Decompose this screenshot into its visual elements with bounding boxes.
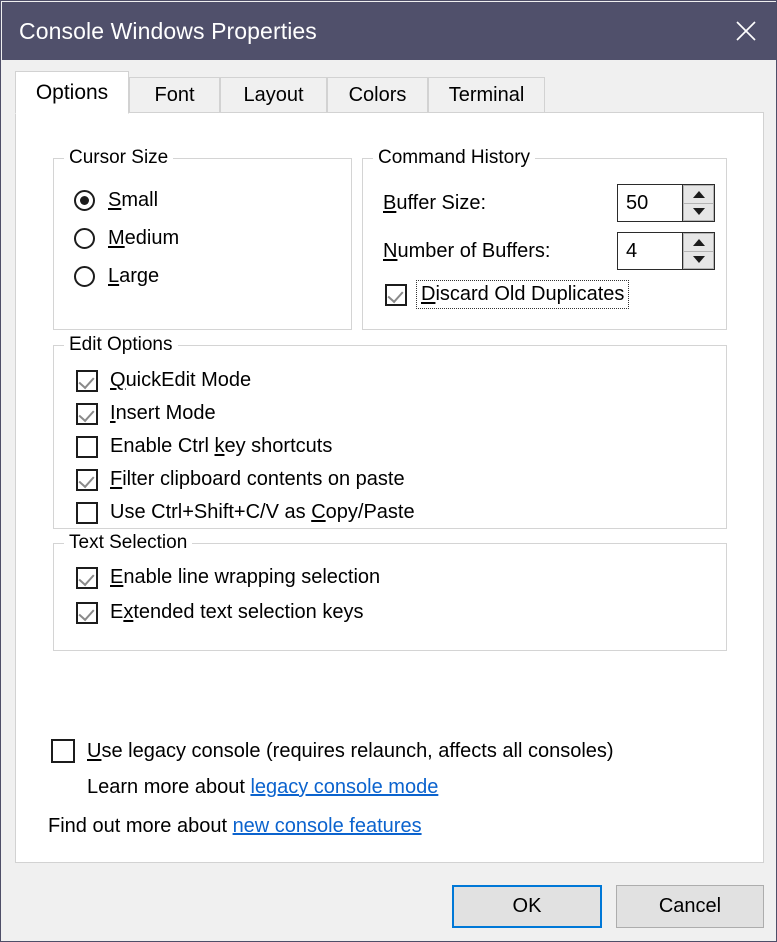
title-bar: Console Windows Properties bbox=[2, 2, 776, 60]
chevron-down-icon bbox=[692, 208, 705, 216]
checkbox-indicator bbox=[385, 283, 407, 306]
number-of-buffers-spin-buttons bbox=[682, 233, 714, 269]
tab-terminal-label: Terminal bbox=[448, 83, 525, 106]
tab-colors-label: Colors bbox=[348, 83, 407, 106]
find-out-more-prefix: Find out more about bbox=[48, 815, 233, 837]
close-icon bbox=[733, 18, 759, 44]
checkbox-enable-line-wrapping-selection-label: Enable line wrapping selection bbox=[110, 566, 381, 588]
radio-indicator bbox=[74, 190, 95, 211]
checkbox-indicator bbox=[76, 566, 98, 589]
cursor-size-group: Cursor Size Small Medium Large bbox=[53, 147, 352, 330]
buffer-size-label: Buffer Size: bbox=[383, 192, 487, 214]
buffer-size-spinner[interactable]: 50 bbox=[617, 184, 715, 222]
checkbox-discard-old-duplicates-label: Discard Old Duplicates bbox=[415, 280, 630, 309]
cancel-button-label: Cancel bbox=[658, 895, 722, 917]
edit-options-group: Edit Options QuickEdit Mode Insert Mode … bbox=[53, 334, 727, 529]
buffer-size-spin-down[interactable] bbox=[683, 202, 714, 221]
buffer-size-spin-up[interactable] bbox=[683, 185, 714, 203]
buffer-size-input[interactable]: 50 bbox=[618, 185, 682, 221]
tab-strip: Options Font Layout Colors Terminal bbox=[15, 71, 764, 114]
radio-cursor-medium-label: Medium bbox=[108, 227, 180, 249]
checkbox-use-legacy-console-label: Use legacy console (requires relaunch, a… bbox=[87, 739, 614, 762]
number-of-buffers-label: Number of Buffers: bbox=[383, 240, 551, 262]
checkbox-indicator bbox=[76, 601, 98, 624]
chevron-up-icon bbox=[692, 190, 705, 198]
text-selection-title: Text Selection bbox=[64, 532, 193, 554]
checkbox-filter-clipboard[interactable]: Filter clipboard contents on paste bbox=[76, 468, 405, 491]
checkbox-indicator bbox=[76, 402, 98, 425]
chevron-up-icon bbox=[692, 238, 705, 246]
chevron-down-icon bbox=[692, 256, 705, 264]
checkbox-enable-ctrl-key-shortcuts[interactable]: Enable Ctrl key shortcuts bbox=[76, 435, 332, 458]
radio-cursor-small-label: Small bbox=[108, 189, 159, 211]
find-out-more-row: Find out more about new console features bbox=[48, 815, 422, 838]
command-history-title: Command History bbox=[373, 147, 536, 169]
number-of-buffers-spin-down[interactable] bbox=[683, 250, 714, 269]
checkbox-discard-old-duplicates[interactable]: Discard Old Duplicates bbox=[385, 280, 630, 309]
tab-font[interactable]: Font bbox=[129, 77, 220, 113]
checkbox-ctrl-shift-copy-paste-label: Use Ctrl+Shift+C/V as Copy/Paste bbox=[110, 501, 415, 523]
ok-button[interactable]: OK bbox=[452, 885, 602, 928]
edit-options-title: Edit Options bbox=[64, 334, 178, 356]
checkbox-indicator bbox=[51, 739, 75, 763]
cancel-button[interactable]: Cancel bbox=[616, 885, 764, 928]
checkbox-filter-clipboard-label: Filter clipboard contents on paste bbox=[110, 468, 405, 490]
buffer-size-spin-buttons bbox=[682, 185, 714, 221]
ok-button-label: OK bbox=[512, 895, 542, 917]
options-tab-panel: Cursor Size Small Medium Large Command H… bbox=[15, 113, 764, 863]
tab-options[interactable]: Options bbox=[15, 71, 129, 114]
checkbox-indicator bbox=[76, 435, 98, 458]
tab-options-label: Options bbox=[35, 80, 109, 104]
checkbox-indicator bbox=[76, 501, 98, 524]
learn-more-row: Learn more about legacy console mode bbox=[87, 776, 438, 799]
number-of-buffers-spinner[interactable]: 4 bbox=[617, 232, 715, 270]
radio-indicator bbox=[74, 266, 95, 287]
checkbox-extended-text-selection-keys-label: Extended text selection keys bbox=[110, 601, 364, 623]
tab-font-label: Font bbox=[154, 83, 195, 106]
checkbox-quickedit-mode-label: QuickEdit Mode bbox=[110, 369, 252, 391]
tab-colors[interactable]: Colors bbox=[327, 77, 428, 113]
number-of-buffers-input[interactable]: 4 bbox=[618, 233, 682, 269]
checkbox-enable-line-wrapping-selection[interactable]: Enable line wrapping selection bbox=[76, 566, 380, 589]
window-title: Console Windows Properties bbox=[19, 17, 317, 44]
learn-more-prefix: Learn more about bbox=[87, 776, 251, 798]
number-of-buffers-spin-up[interactable] bbox=[683, 233, 714, 251]
cursor-size-title: Cursor Size bbox=[64, 147, 174, 169]
radio-cursor-large-label: Large bbox=[108, 265, 160, 287]
text-selection-group: Text Selection Enable line wrapping sele… bbox=[53, 532, 727, 651]
tab-layout-label: Layout bbox=[243, 83, 304, 106]
checkbox-insert-mode[interactable]: Insert Mode bbox=[76, 402, 216, 425]
radio-cursor-small[interactable]: Small bbox=[74, 189, 158, 212]
tab-terminal[interactable]: Terminal bbox=[428, 77, 545, 113]
checkbox-quickedit-mode[interactable]: QuickEdit Mode bbox=[76, 369, 251, 392]
checkbox-use-legacy-console[interactable]: Use legacy console (requires relaunch, a… bbox=[51, 739, 614, 763]
tab-layout[interactable]: Layout bbox=[220, 77, 327, 113]
checkbox-enable-ctrl-key-shortcuts-label: Enable Ctrl key shortcuts bbox=[110, 435, 333, 457]
radio-cursor-large[interactable]: Large bbox=[74, 265, 159, 288]
checkbox-ctrl-shift-copy-paste[interactable]: Use Ctrl+Shift+C/V as Copy/Paste bbox=[76, 501, 415, 524]
radio-indicator bbox=[74, 228, 95, 249]
console-properties-dialog: Console Windows Properties Options Font … bbox=[0, 0, 777, 942]
legacy-console-mode-link[interactable]: legacy console mode bbox=[250, 776, 438, 798]
checkbox-indicator bbox=[76, 468, 98, 491]
checkbox-indicator bbox=[76, 369, 98, 392]
command-history-group: Command History Buffer Size: 50 Number o… bbox=[362, 147, 727, 330]
radio-cursor-medium[interactable]: Medium bbox=[74, 227, 179, 250]
checkbox-extended-text-selection-keys[interactable]: Extended text selection keys bbox=[76, 601, 363, 624]
close-button[interactable] bbox=[715, 2, 776, 60]
new-console-features-link[interactable]: new console features bbox=[233, 815, 422, 837]
checkbox-insert-mode-label: Insert Mode bbox=[110, 402, 216, 424]
